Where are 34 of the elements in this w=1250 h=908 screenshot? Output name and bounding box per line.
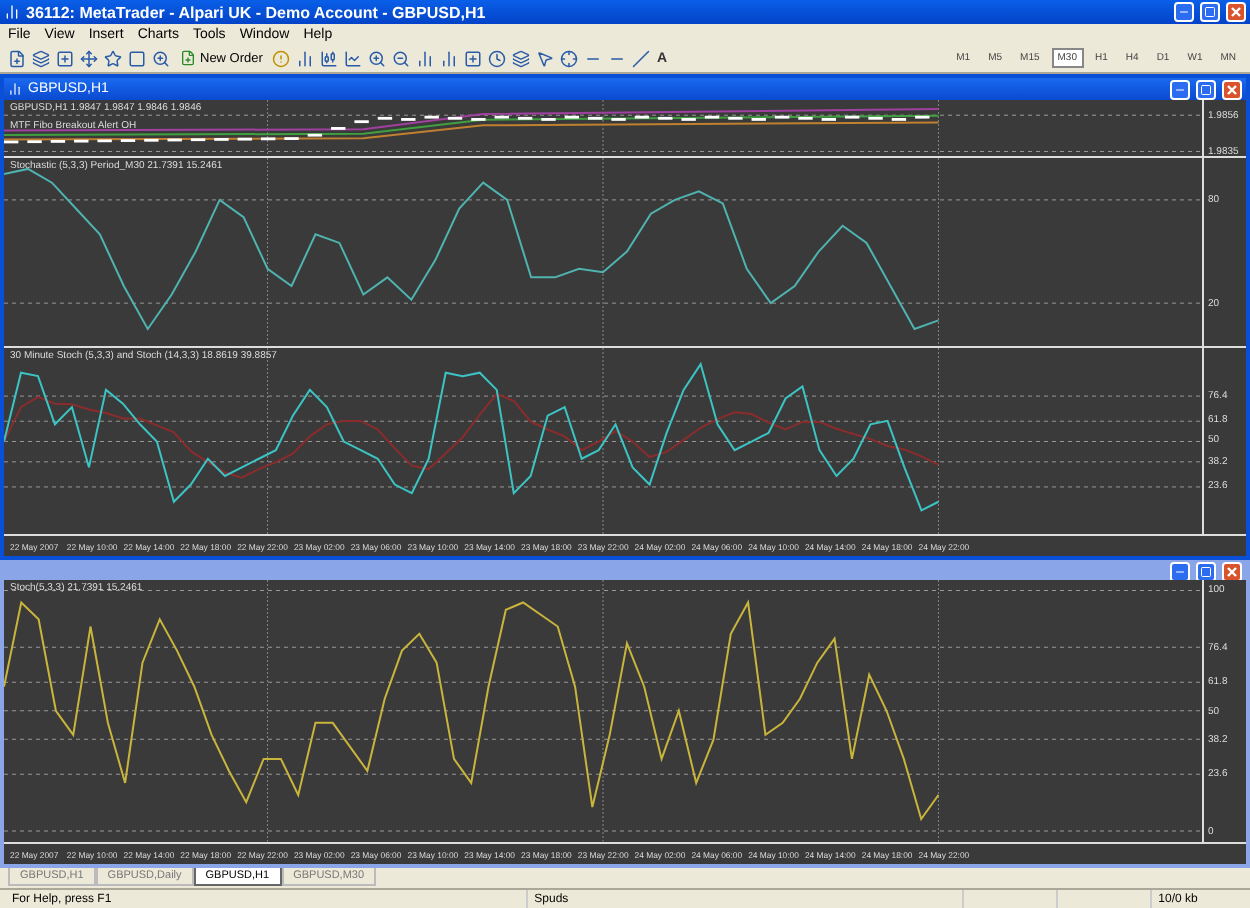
minimize-icon bbox=[1178, 6, 1190, 18]
crosshair-icon[interactable] bbox=[560, 49, 579, 67]
window-title: 36112: MetaTrader - Alpari UK - Demo Account - GBPUSD,H1 bbox=[26, 3, 488, 21]
zoom-out-icon[interactable] bbox=[392, 49, 411, 67]
clock-icon[interactable] bbox=[488, 49, 507, 67]
maximize-icon bbox=[1200, 566, 1212, 579]
maximize-icon bbox=[1200, 83, 1212, 95]
line-chart-icon[interactable] bbox=[344, 49, 363, 67]
cursor-icon[interactable] bbox=[536, 49, 555, 67]
close-icon bbox=[1226, 566, 1238, 579]
square-icon[interactable] bbox=[128, 49, 146, 67]
close-button[interactable] bbox=[1222, 79, 1242, 99]
close-icon bbox=[1226, 83, 1238, 95]
minimize-button[interactable] bbox=[1170, 562, 1190, 583]
bar-chart-icon[interactable] bbox=[296, 49, 315, 67]
order-icon bbox=[180, 50, 196, 66]
maximize-button[interactable] bbox=[1196, 562, 1216, 583]
zoom-in-icon[interactable] bbox=[368, 49, 387, 67]
add-icon[interactable] bbox=[56, 49, 74, 67]
new-chart-icon[interactable] bbox=[8, 49, 26, 67]
chart-icon bbox=[8, 82, 22, 96]
close-icon bbox=[1230, 6, 1242, 18]
star-icon[interactable] bbox=[104, 49, 122, 67]
maximize-button[interactable] bbox=[1196, 79, 1216, 99]
minimize-icon bbox=[1174, 566, 1186, 579]
minimize-icon bbox=[1174, 83, 1186, 95]
candlestick-icon[interactable] bbox=[320, 49, 339, 67]
close-button[interactable] bbox=[1222, 562, 1242, 583]
maximize-icon bbox=[1204, 6, 1216, 18]
move-icon[interactable] bbox=[80, 49, 98, 67]
minimize-button[interactable] bbox=[1170, 79, 1190, 99]
zoom-icon[interactable] bbox=[152, 49, 170, 67]
app-icon bbox=[4, 4, 20, 20]
trend-line-icon[interactable] bbox=[632, 49, 651, 67]
